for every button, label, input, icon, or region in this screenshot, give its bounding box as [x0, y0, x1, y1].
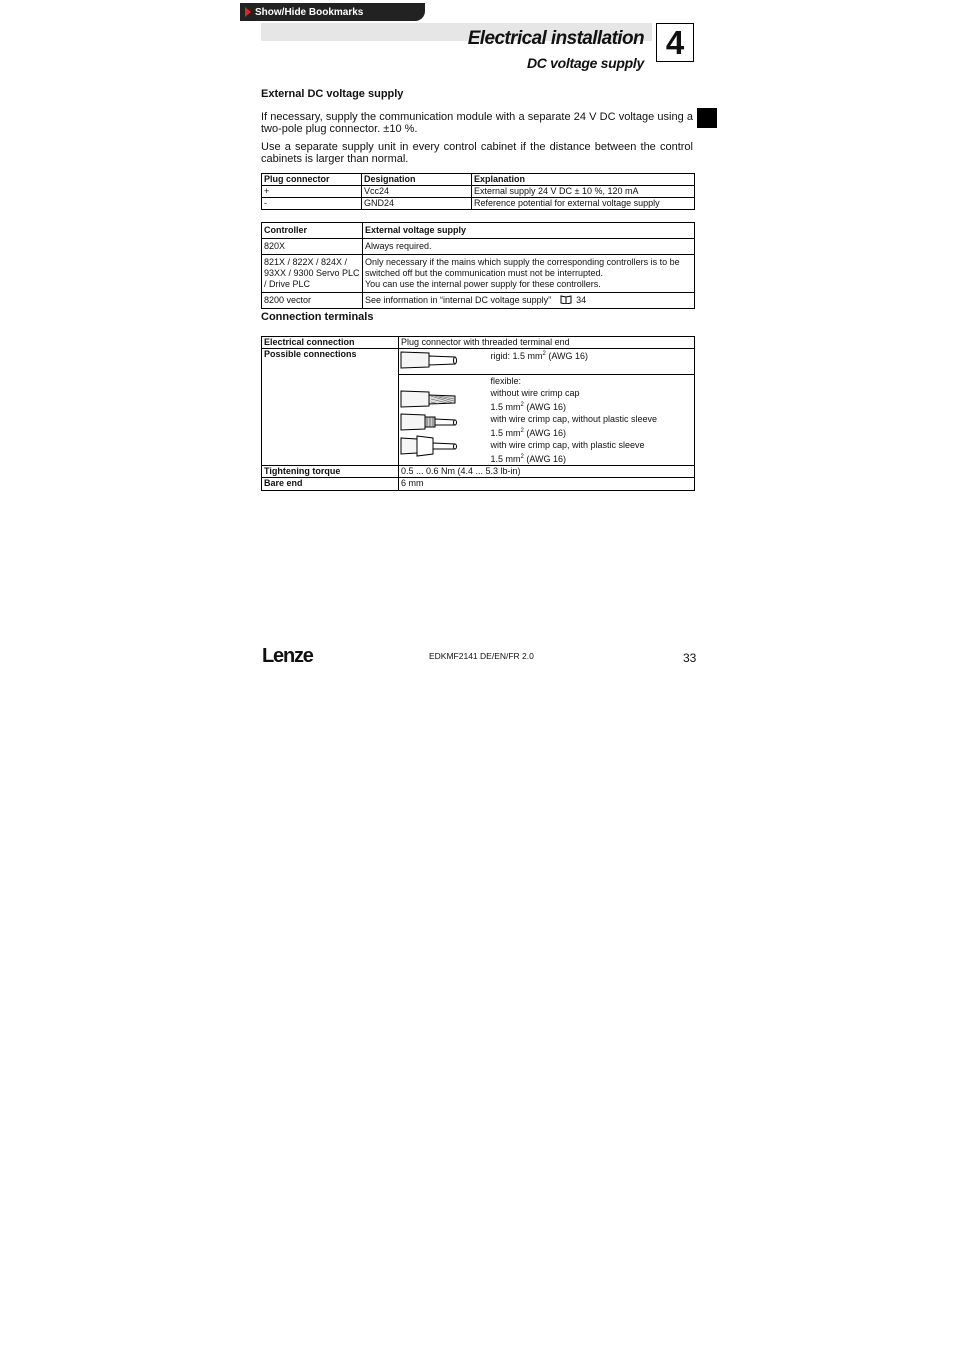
with-cap-sleeve-text: with wire crimp cap, with plastic sleeve: [490, 440, 645, 450]
table-row: + Vcc24 External supply 24 V DC ± 10 %, …: [261, 185, 695, 198]
show-hide-bookmarks-button[interactable]: Show/Hide Bookmarks: [240, 3, 425, 21]
crimp-ferrule-icon: [400, 413, 457, 431]
paragraph-supply: If necessary, supply the communication m…: [261, 111, 693, 135]
table-cell: GND24: [361, 197, 472, 210]
table-header-row: Controller External voltage supply: [261, 222, 695, 239]
connection-terminals-table: Electrical connection Plug connector wit…: [261, 336, 696, 491]
table-cell: See information in “internal DC voltage …: [362, 292, 695, 309]
table-row: Bare end 6 mm: [261, 477, 696, 491]
table-label-cell: Possible connections: [261, 348, 399, 466]
size-line: 1.5 mm2 (AWG 16): [490, 428, 567, 438]
table-row: 820X Always required.: [261, 238, 695, 255]
table-cell: flexible: without wire crimp cap 1.5 mm2…: [488, 374, 696, 466]
section-heading-connection-terminals: Connection terminals: [261, 311, 374, 323]
table-header-cell: Explanation: [471, 173, 695, 186]
table-row: Possible connections rigid: 1.5 mm2 (AWG…: [261, 348, 696, 466]
table-cell: +: [261, 185, 362, 198]
play-triangle-icon: [245, 7, 251, 17]
table-label-cell: Tightening torque: [261, 465, 399, 478]
table-cell: Vcc24: [361, 185, 472, 198]
page-reference-link[interactable]: 34: [576, 295, 586, 305]
table-cell: Reference potential for external voltage…: [471, 197, 695, 210]
table-cell: Always required.: [362, 238, 695, 255]
table-header-cell: Designation: [361, 173, 472, 186]
table-row: Tightening torque 0.5 ... 0.6 Nm (4.4 ..…: [261, 465, 696, 478]
insulated-ferrule-icon: [400, 435, 457, 457]
book-icon: [560, 295, 572, 305]
table-row: 8200 vector See information in “internal…: [261, 292, 695, 309]
table-cell: 821X / 822X / 824X / 93XX / 9300 Servo P…: [261, 254, 363, 293]
size-line: 1.5 mm2 (AWG 16): [490, 454, 567, 464]
table-header-cell: External voltage supply: [362, 222, 695, 239]
table-cell: 820X: [261, 238, 363, 255]
lenze-logo: Lenze: [262, 645, 314, 667]
table-label-cell: Electrical connection: [261, 336, 399, 349]
awg-text: (AWG 16): [545, 351, 589, 361]
plug-connector-table: Plug connector Designation Explanation +…: [261, 173, 695, 210]
rigid-wire-icon: [400, 351, 457, 369]
table-cell: Only necessary if the mains which supply…: [362, 254, 695, 293]
table-cell: 6 mm: [397, 477, 696, 491]
table-row: 821X / 822X / 824X / 93XX / 9300 Servo P…: [261, 254, 695, 293]
chapter-number-box: 4: [656, 23, 694, 62]
table-cell: -: [261, 197, 362, 210]
table-label-cell: Bare end: [261, 477, 399, 491]
section-heading-external-dc: External DC voltage supply: [261, 88, 404, 100]
show-hide-bookmarks-label: Show/Hide Bookmarks: [255, 7, 364, 18]
table-header-cell: Plug connector: [261, 173, 362, 186]
size-line: 1.5 mm2 (AWG 16): [490, 402, 567, 412]
chapter-title: Electrical installation: [467, 28, 645, 49]
table-row: - GND24 Reference potential for external…: [261, 197, 695, 210]
with-cap-no-sleeve-text: with wire crimp cap, without plastic sle…: [490, 414, 658, 424]
cell-text: See information in “internal DC voltage …: [365, 295, 552, 305]
language-side-marker: [697, 108, 717, 128]
table-cell: [398, 348, 489, 375]
cell-line: You can use the internal power supply fo…: [365, 279, 601, 289]
page-number: 33: [683, 651, 697, 665]
table-cell: Plug connector with threaded terminal en…: [397, 336, 696, 349]
flexible-text: flexible:: [490, 376, 522, 386]
without-cap-text: without wire crimp cap: [490, 388, 580, 398]
table-header-cell: Controller: [261, 222, 363, 239]
stranded-wire-icon: [400, 390, 456, 408]
chapter-subtitle: DC voltage supply: [526, 55, 644, 71]
table-cell: [398, 374, 489, 466]
table-cell: rigid: 1.5 mm2 (AWG 16): [488, 348, 696, 375]
controller-table: Controller External voltage supply 820X …: [261, 222, 695, 309]
table-cell: External supply 24 V DC ± 10 %, 120 mA: [471, 185, 695, 198]
rigid-text: rigid: 1.5 mm: [490, 351, 543, 361]
paragraph-separate-unit: Use a separate supply unit in every cont…: [261, 141, 693, 165]
table-cell: 0.5 ... 0.6 Nm (4.4 ... 5.3 lb-in): [397, 465, 696, 478]
cell-line: Only necessary if the mains which supply…: [365, 257, 680, 278]
table-header-row: Plug connector Designation Explanation: [261, 173, 695, 186]
document-code: EDKMF2141 DE/EN/FR 2.0: [429, 651, 534, 661]
table-cell: 8200 vector: [261, 292, 363, 309]
table-row: Electrical connection Plug connector wit…: [261, 336, 696, 349]
